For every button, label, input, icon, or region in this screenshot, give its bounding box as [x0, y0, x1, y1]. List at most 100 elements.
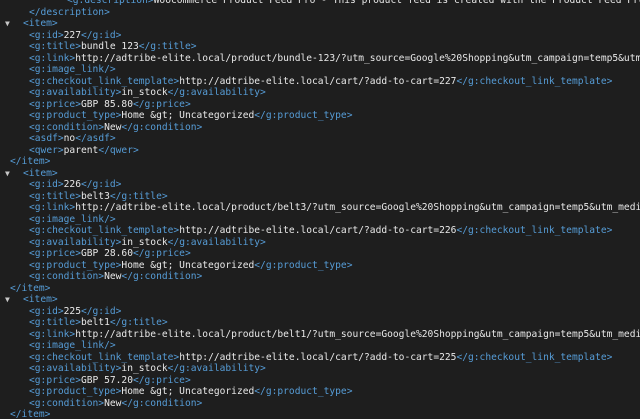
- xml-line-content: <g:availability>in_stock</g:availability…: [29, 87, 266, 99]
- xml-line-content: <g:condition>New</g:condition>: [29, 398, 202, 410]
- xml-tag: </description>: [29, 6, 110, 18]
- xml-lines: <g:description>Woocommerce Product Feed …: [0, 0, 640, 419]
- xml-tag: <g:link>: [29, 202, 76, 213]
- xml-tag: <g:checkout_link_template>: [29, 351, 180, 363]
- xml-tag: <g:product_type>: [29, 386, 122, 397]
- xml-text: GBP 28.60: [80, 248, 133, 259]
- xml-line-content: <g:link>http://adtribe-elite.local/produ…: [29, 202, 640, 214]
- collapse-toggle-icon[interactable]: ▼: [5, 294, 15, 306]
- xml-line-content: <g:checkout_link_template>http://adtribe…: [29, 352, 612, 364]
- xml-line-content: <g:price>GBP 85.80</g:price>: [29, 99, 191, 111]
- xml-line-content: <qwer>parent</qwer>: [29, 145, 139, 157]
- xml-tag: </g:condition>: [121, 397, 203, 409]
- xml-line-content: <g:availability>in_stock</g:availability…: [29, 363, 266, 375]
- xml-line-content: <g:availability>in_stock</g:availability…: [29, 237, 266, 249]
- xml-text: http://adtribe-elite.local/cart/?add-to-…: [179, 351, 457, 363]
- xml-text: http://adtribe-elite.local/product/bundl…: [75, 52, 640, 64]
- xml-tag: </g:title>: [138, 41, 197, 52]
- xml-text: in_stock: [121, 87, 168, 98]
- xml-line: </item>: [0, 283, 640, 295]
- xml-line-content: <g:checkout_link_template>http://adtribe…: [29, 76, 612, 88]
- xml-text: New: [104, 397, 122, 409]
- xml-line-content: <g:product_type>Home &gt; Uncategorized<…: [29, 110, 352, 122]
- xml-tag: <g:link>: [29, 328, 76, 340]
- xml-tag: </g:product_type>: [254, 386, 353, 397]
- xml-tag: <g:availability>: [29, 236, 122, 248]
- xml-text: belt1: [80, 317, 110, 328]
- xml-line: <g:id>225</g:id>: [0, 306, 640, 318]
- xml-tag: <g:condition>: [29, 121, 105, 133]
- xml-tag: <g:description>: [67, 0, 154, 6]
- xml-tag: <g:title>: [29, 41, 81, 52]
- xml-tag: <g:checkout_link_template>: [29, 225, 180, 236]
- xml-line-content: <g:condition>New</g:condition>: [29, 122, 202, 134]
- xml-tag: </g:price>: [132, 248, 191, 259]
- xml-tag: <g:product_type>: [29, 259, 122, 271]
- xml-viewer: <g:description>Woocommerce Product Feed …: [0, 0, 640, 419]
- xml-line: </description>: [0, 7, 640, 19]
- xml-tag: </asdf>: [75, 133, 116, 144]
- xml-tag: <g:id>: [29, 29, 64, 41]
- xml-line-content: <g:link>http://adtribe-elite.local/produ…: [29, 329, 640, 341]
- xml-line-content: <g:product_type>Home &gt; Uncategorized<…: [29, 386, 352, 398]
- xml-line-content: <g:product_type>Home &gt; Uncategorized<…: [29, 260, 352, 272]
- collapse-toggle-icon[interactable]: ▼: [5, 168, 15, 180]
- xml-text: no: [63, 133, 76, 144]
- xml-text: New: [104, 271, 122, 282]
- xml-text: Home &gt; Uncategorized: [121, 110, 255, 121]
- xml-line: <g:link>http://adtribe-elite.local/produ…: [0, 202, 640, 214]
- xml-tag: </g:price>: [132, 98, 191, 110]
- xml-text: GBP 57.20: [80, 374, 133, 386]
- xml-line: <g:checkout_link_template>http://adtribe…: [0, 225, 640, 237]
- xml-line: <g:checkout_link_template>http://adtribe…: [0, 76, 640, 88]
- xml-tag: <g:product_type>: [29, 110, 122, 121]
- xml-text: 227: [63, 29, 81, 41]
- xml-line: <g:image_link/>: [0, 340, 640, 352]
- xml-line: <g:availability>in_stock</g:availability…: [0, 87, 640, 99]
- xml-tag: <g:checkout_link_template>: [29, 75, 180, 87]
- xml-line: <g:id>227</g:id>: [0, 30, 640, 42]
- xml-tag: </item>: [10, 409, 51, 419]
- xml-text: http://adtribe-elite.local/product/belt3…: [75, 202, 640, 213]
- xml-line: <g:availability>in_stock</g:availability…: [0, 363, 640, 375]
- xml-tag: <g:id>: [29, 179, 64, 190]
- xml-line: <g:price>GBP 57.20</g:price>: [0, 375, 640, 387]
- xml-line-content: <g:image_link/>: [29, 340, 116, 352]
- xml-line: ▼ <item>: [0, 294, 640, 306]
- xml-tag: <g:id>: [29, 305, 64, 317]
- xml-line: <g:title>bundle 123</g:title>: [0, 41, 640, 53]
- xml-tag: <g:availability>: [29, 87, 122, 98]
- xml-line-content: <g:condition>New</g:condition>: [29, 271, 202, 283]
- xml-line: <g:condition>New</g:condition>: [0, 271, 640, 283]
- xml-line: <g:product_type>Home &gt; Uncategorized<…: [0, 260, 640, 272]
- xml-tag: <g:image_link/>: [29, 64, 116, 75]
- xml-tag: </g:title>: [109, 317, 168, 328]
- xml-line-content: <g:id>225</g:id>: [29, 306, 121, 318]
- xml-tag: <g:link>: [29, 52, 76, 64]
- xml-line: <g:image_link/>: [0, 64, 640, 76]
- xml-line-content: <g:image_link/>: [29, 64, 116, 76]
- xml-line-content: <item>: [23, 294, 58, 306]
- xml-text: in_stock: [121, 363, 168, 374]
- xml-tag: </g:availability>: [167, 363, 266, 374]
- collapse-toggle-icon[interactable]: ▼: [5, 18, 15, 30]
- xml-tag: </g:price>: [132, 374, 191, 386]
- xml-line-content: <g:title>belt1</g:title>: [29, 317, 168, 329]
- xml-tag: </g:checkout_link_template>: [456, 225, 613, 236]
- xml-line-content: <g:price>GBP 57.20</g:price>: [29, 375, 191, 387]
- xml-text: Home &gt; Uncategorized: [121, 386, 255, 397]
- xml-tag: <g:price>: [29, 374, 81, 386]
- xml-text: belt3: [80, 190, 110, 202]
- xml-tag: <g:image_link/>: [29, 340, 116, 351]
- xml-tag: </g:id>: [80, 305, 122, 317]
- xml-text: parent: [63, 144, 99, 156]
- xml-line-content: <g:price>GBP 28.60</g:price>: [29, 248, 191, 260]
- xml-line-content: <g:title>belt3</g:title>: [29, 191, 168, 203]
- xml-tag: <g:price>: [29, 98, 81, 110]
- xml-tag: </item>: [10, 282, 51, 294]
- xml-line: <g:title>belt1</g:title>: [0, 317, 640, 329]
- xml-tag: </g:checkout_link_template>: [456, 351, 613, 363]
- xml-line: <g:condition>New</g:condition>: [0, 398, 640, 410]
- xml-tag: </g:availability>: [167, 236, 266, 248]
- xml-line-content: <g:checkout_link_template>http://adtribe…: [29, 225, 612, 237]
